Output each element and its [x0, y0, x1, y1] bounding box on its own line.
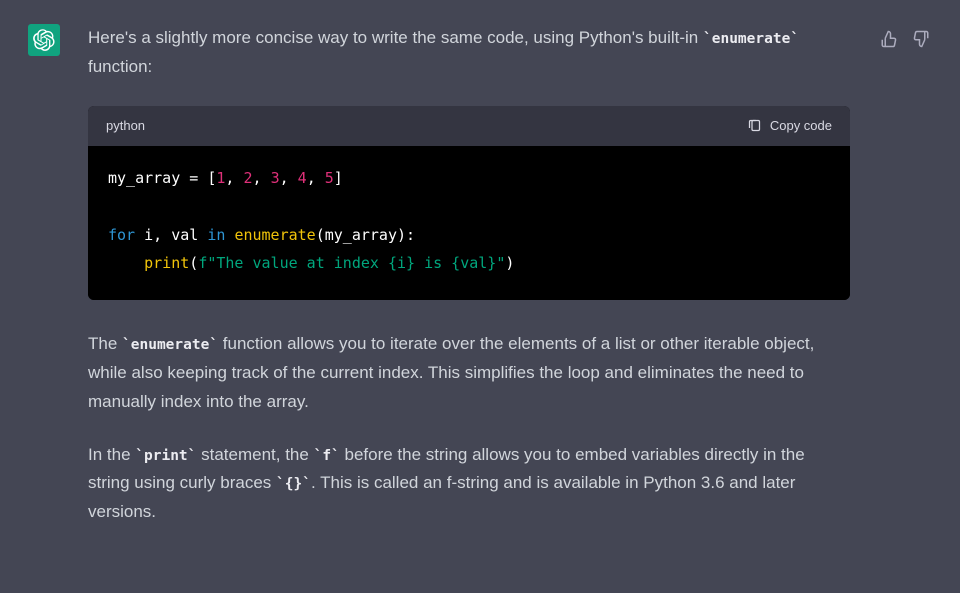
- code-text: my_array = [: [108, 169, 216, 187]
- thumbs-up-button[interactable]: [878, 28, 900, 50]
- copy-code-label: Copy code: [770, 115, 832, 137]
- paragraph-1: The enumerate function allows you to ite…: [88, 330, 850, 417]
- openai-logo-icon: [33, 29, 55, 51]
- code-block: python Copy code my_array = [1, 2, 3, 4,…: [88, 106, 850, 300]
- p1-pre: The: [88, 334, 122, 353]
- code-number: 4: [298, 169, 307, 187]
- intro-paragraph: Here's a slightly more concise way to wr…: [88, 24, 850, 82]
- intro-text-post: function:: [88, 57, 152, 76]
- inline-code-f: f: [314, 448, 340, 464]
- inline-code-enumerate: enumerate: [703, 31, 799, 47]
- code-text: ): [505, 254, 514, 272]
- code-func: enumerate: [234, 226, 315, 244]
- code-language-label: python: [106, 115, 145, 137]
- thumbs-down-icon: [912, 30, 930, 48]
- thumbs-down-button[interactable]: [910, 28, 932, 50]
- p2-t1: In the: [88, 445, 135, 464]
- code-text: ,: [307, 169, 325, 187]
- message-content: Here's a slightly more concise way to wr…: [88, 24, 850, 551]
- inline-code-print: print: [135, 448, 196, 464]
- intro-text-pre: Here's a slightly more concise way to wr…: [88, 28, 703, 47]
- code-number: 5: [325, 169, 334, 187]
- assistant-avatar: [28, 24, 60, 56]
- code-text: ,: [225, 169, 243, 187]
- copy-code-button[interactable]: Copy code: [747, 115, 832, 137]
- code-text: (my_array):: [316, 226, 415, 244]
- code-text: (: [189, 254, 198, 272]
- thumbs-up-icon: [880, 30, 898, 48]
- p2-t2: statement, the: [196, 445, 313, 464]
- code-text: ,: [280, 169, 298, 187]
- inline-code-braces: {}: [276, 476, 311, 492]
- code-keyword: in: [207, 226, 225, 244]
- code-text: i, val: [135, 226, 207, 244]
- code-keyword: for: [108, 226, 135, 244]
- inline-code-enumerate-2: enumerate: [122, 337, 218, 353]
- code-number: 3: [271, 169, 280, 187]
- code-number: 2: [243, 169, 252, 187]
- assistant-message: Here's a slightly more concise way to wr…: [0, 0, 960, 551]
- code-text: [108, 254, 144, 272]
- paragraph-2: In the print statement, the f before the…: [88, 441, 850, 528]
- code-func: print: [144, 254, 189, 272]
- code-block-header: python Copy code: [88, 106, 850, 146]
- code-text: ]: [334, 169, 343, 187]
- code-text: ,: [253, 169, 271, 187]
- code-block-body: my_array = [1, 2, 3, 4, 5] for i, val in…: [88, 146, 850, 300]
- feedback-actions: [878, 28, 932, 50]
- clipboard-icon: [747, 118, 762, 133]
- code-string: f"The value at index {i} is {val}": [198, 254, 505, 272]
